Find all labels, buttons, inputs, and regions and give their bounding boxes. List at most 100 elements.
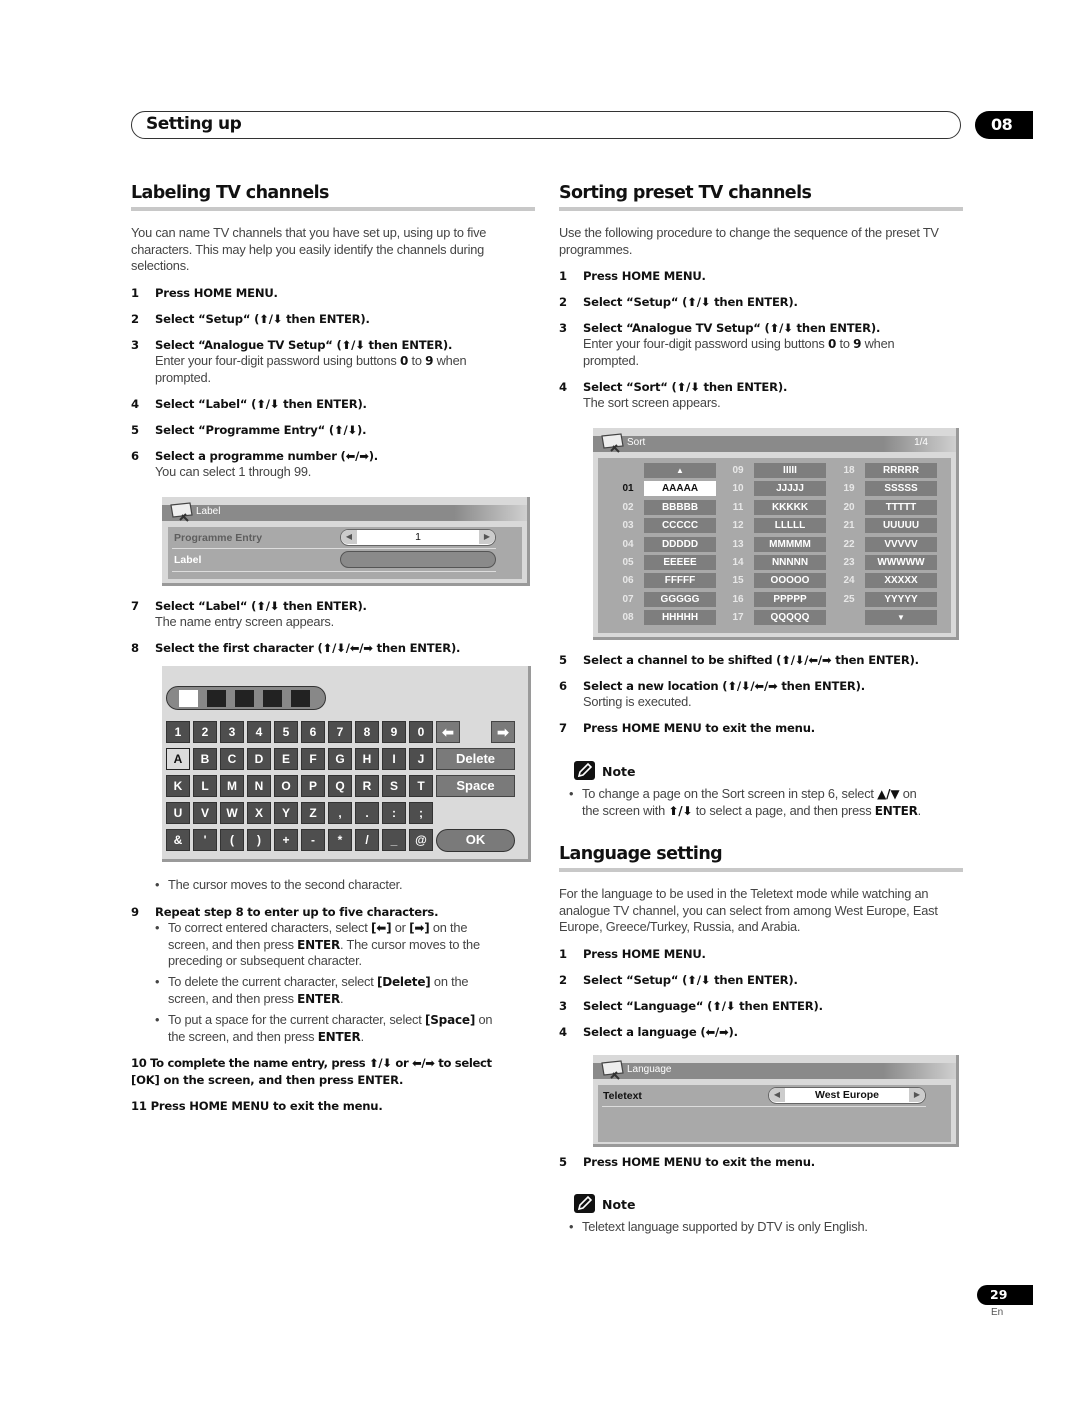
key-r[interactable]: R: [355, 775, 379, 797]
channel-number: 24: [843, 575, 855, 587]
key-7[interactable]: 7: [328, 721, 352, 743]
key-c[interactable]: C: [220, 748, 244, 770]
key-9[interactable]: 9: [382, 721, 406, 743]
key-z[interactable]: Z: [301, 802, 325, 824]
channel-cell[interactable]: QQQQQ: [754, 610, 826, 626]
char-slot-1[interactable]: [179, 690, 198, 707]
key-g[interactable]: G: [328, 748, 352, 770]
page-number: 29: [977, 1285, 1033, 1305]
channel-cell[interactable]: YYYYY: [865, 591, 937, 607]
key-symbol[interactable]: +: [274, 829, 298, 851]
key-v[interactable]: V: [193, 802, 217, 824]
key-8[interactable]: 8: [355, 721, 379, 743]
key-i[interactable]: I: [382, 748, 406, 770]
key-symbol[interactable]: .: [355, 802, 379, 824]
channel-cell[interactable]: IIIII: [754, 463, 826, 478]
spinner-right-icon[interactable]: ▶: [909, 1088, 925, 1102]
spinner-left-icon[interactable]: ◀: [769, 1088, 785, 1102]
cursor-left-button[interactable]: ⬅: [436, 721, 460, 743]
channel-cell[interactable]: DDDDD: [644, 536, 716, 552]
key-3[interactable]: 3: [220, 721, 244, 743]
key-s[interactable]: S: [382, 775, 406, 797]
char-slot-5[interactable]: [291, 690, 310, 707]
sort-screen: Sort 1/4 ▲ 01 AAAAA 02 BBBBB 03 CCCCC 04 DDDDD 05…: [593, 428, 959, 640]
channel-cell[interactable]: MMMMM: [754, 536, 826, 552]
key-0[interactable]: 0: [409, 721, 433, 743]
channel-cell[interactable]: PPPPP: [754, 591, 826, 607]
channel-cell[interactable]: AAAAA: [644, 481, 716, 497]
key-2[interactable]: 2: [193, 721, 217, 743]
delete-button[interactable]: Delete: [436, 748, 515, 770]
key-m[interactable]: M: [220, 775, 244, 797]
key-w[interactable]: W: [220, 802, 244, 824]
key-k[interactable]: K: [166, 775, 190, 797]
channel-cell[interactable]: SSSSS: [865, 481, 937, 497]
key-q[interactable]: Q: [328, 775, 352, 797]
channel-cell[interactable]: BBBBB: [644, 499, 716, 515]
channel-cell[interactable]: HHHHH: [644, 610, 716, 626]
key-u[interactable]: U: [166, 802, 190, 824]
key-f[interactable]: F: [301, 748, 325, 770]
language-step-4: 4 Select a language (⬅/➡).: [559, 1025, 738, 1039]
key-4[interactable]: 4: [247, 721, 271, 743]
key-symbol[interactable]: @: [409, 829, 433, 851]
channel-cell[interactable]: CCCCC: [644, 518, 716, 534]
ok-button[interactable]: OK: [436, 829, 515, 852]
key-1[interactable]: 1: [166, 721, 190, 743]
char-slot-4[interactable]: [263, 690, 282, 707]
key-symbol[interactable]: ): [247, 829, 271, 851]
key-y[interactable]: Y: [274, 802, 298, 824]
key-n[interactable]: N: [247, 775, 271, 797]
channel-cell[interactable]: XXXXX: [865, 573, 937, 589]
channel-cell[interactable]: NNNNN: [754, 555, 826, 570]
channel-cell[interactable]: GGGGG: [644, 591, 716, 607]
key-symbol[interactable]: (: [220, 829, 244, 851]
channel-cell[interactable]: OOOOO: [754, 573, 826, 589]
channel-cell[interactable]: EEEEE: [644, 555, 716, 570]
page-up-button[interactable]: ▲: [644, 463, 716, 478]
key-t[interactable]: T: [409, 775, 433, 797]
page-down-button[interactable]: ▼: [865, 610, 937, 626]
channel-cell[interactable]: TTTTT: [865, 499, 937, 515]
channel-number: 07: [622, 593, 634, 605]
key-5[interactable]: 5: [274, 721, 298, 743]
channel-cell[interactable]: VVVVV: [865, 536, 937, 552]
key-symbol[interactable]: ;: [409, 802, 433, 824]
key-d[interactable]: D: [247, 748, 271, 770]
key-p[interactable]: P: [301, 775, 325, 797]
label-field[interactable]: [340, 551, 496, 568]
key-a[interactable]: A: [166, 748, 190, 770]
key-l[interactable]: L: [193, 775, 217, 797]
key-symbol[interactable]: &: [166, 829, 190, 851]
channel-cell[interactable]: FFFFF: [644, 573, 716, 589]
char-slot-2[interactable]: [207, 690, 226, 707]
key-symbol[interactable]: ': [193, 829, 217, 851]
channel-cell[interactable]: LLLLL: [754, 518, 826, 534]
cursor-right-button[interactable]: ➡: [491, 721, 515, 743]
key-6[interactable]: 6: [301, 721, 325, 743]
channel-cell[interactable]: WWWWW: [865, 555, 937, 570]
channel-cell[interactable]: RRRRR: [865, 463, 937, 478]
key-e[interactable]: E: [274, 748, 298, 770]
channel-cell[interactable]: UUUUU: [865, 518, 937, 534]
key-h[interactable]: H: [355, 748, 379, 770]
space-button[interactable]: Space: [436, 775, 515, 797]
programme-entry-spinner[interactable]: ◀ 1 ▶: [340, 529, 496, 546]
key-x[interactable]: X: [247, 802, 271, 824]
key-b[interactable]: B: [193, 748, 217, 770]
key-j[interactable]: J: [409, 748, 433, 770]
key-o[interactable]: O: [274, 775, 298, 797]
channel-cell[interactable]: KKKKK: [754, 499, 826, 515]
key-symbol[interactable]: /: [355, 829, 379, 851]
label-screen-titlebar: Label: [162, 505, 527, 521]
key-symbol[interactable]: *: [328, 829, 352, 851]
key-symbol[interactable]: -: [301, 829, 325, 851]
key-symbol[interactable]: _: [382, 829, 406, 851]
spinner-left-icon[interactable]: ◀: [341, 530, 357, 544]
channel-cell[interactable]: JJJJJ: [754, 481, 826, 497]
spinner-right-icon[interactable]: ▶: [479, 530, 495, 544]
teletext-language-spinner[interactable]: ◀ West Europe ▶: [768, 1087, 926, 1104]
key-symbol[interactable]: ,: [328, 802, 352, 824]
key-symbol[interactable]: :: [382, 802, 406, 824]
char-slot-3[interactable]: [235, 690, 254, 707]
